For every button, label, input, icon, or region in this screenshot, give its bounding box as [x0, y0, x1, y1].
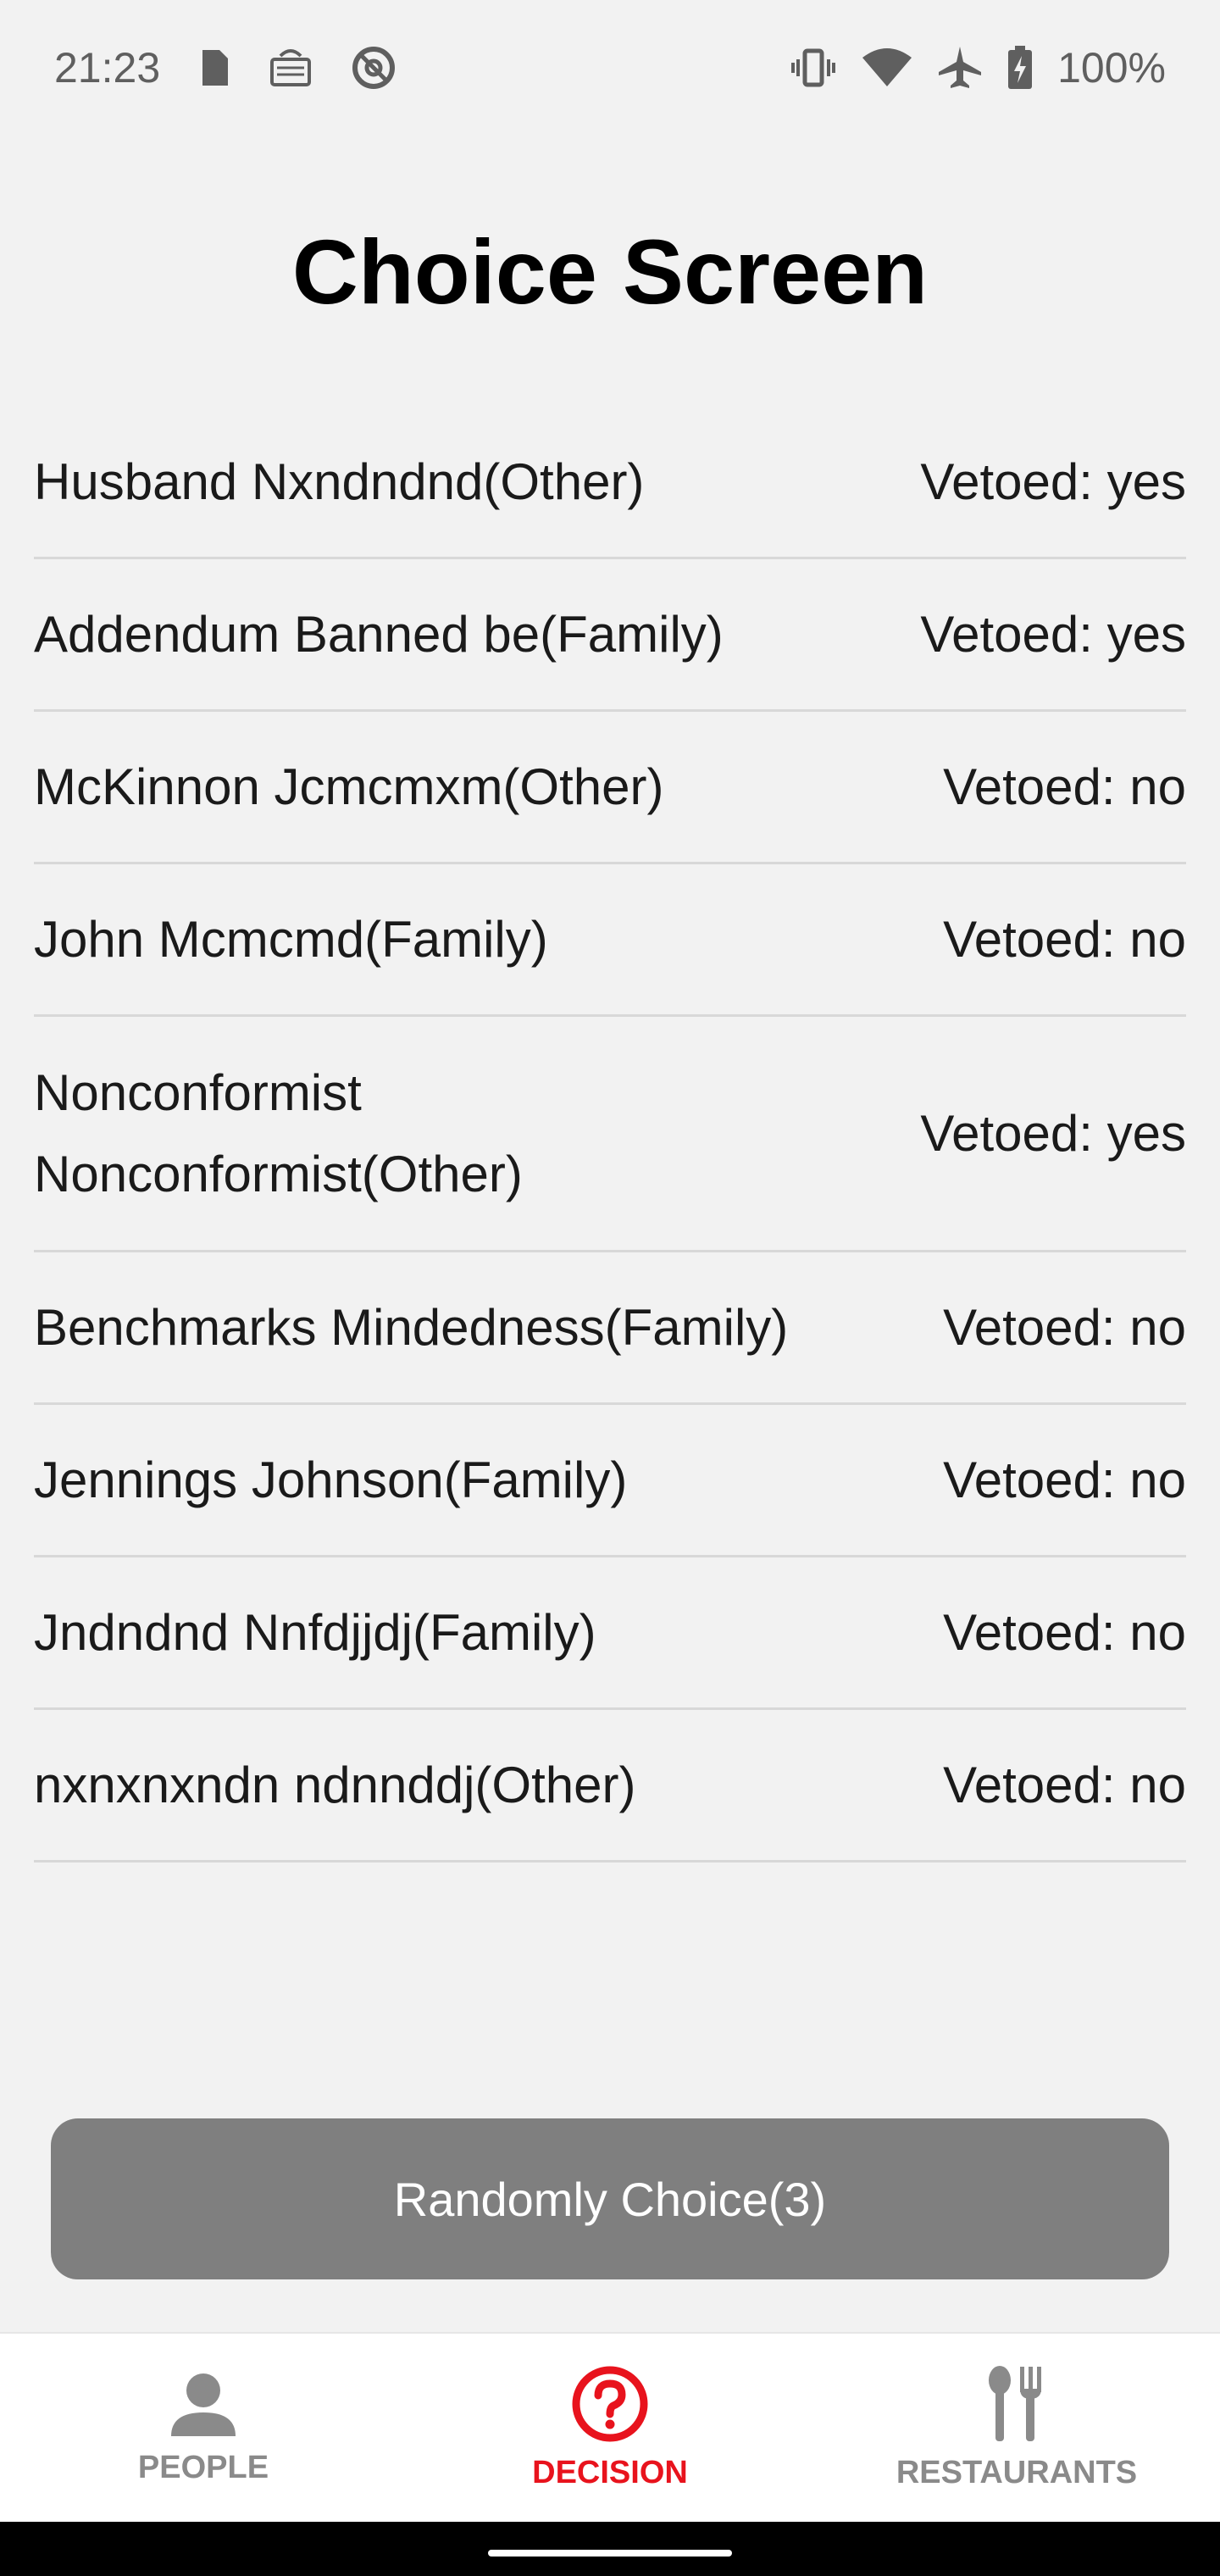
person-name: Jennings Johnson(Family): [34, 1451, 628, 1508]
status-bar: 21:23 100%: [0, 0, 1220, 136]
vibrate-icon: [790, 47, 837, 88]
list-item[interactable]: McKinnon Jcmcmxm(Other) Vetoed: no: [34, 712, 1186, 864]
fork-spoon-icon: [989, 2365, 1041, 2441]
battery-charging-icon: [1006, 46, 1034, 90]
person-name: John Mcmcmd(Family): [34, 910, 548, 968]
list-item[interactable]: Addendum Banned be(Family) Vetoed: yes: [34, 559, 1186, 712]
veto-status: Vetoed: no: [943, 1604, 1186, 1661]
list-item[interactable]: Husband Nxndndnd(Other) Vetoed: yes: [34, 407, 1186, 559]
battery-percentage: 100%: [1057, 44, 1166, 92]
person-name: McKinnon Jcmcmxm(Other): [34, 758, 664, 815]
list-item[interactable]: Benchmarks Mindedness(Family) Vetoed: no: [34, 1252, 1186, 1405]
home-indicator[interactable]: [488, 2550, 732, 2557]
sim-card-icon: [197, 47, 231, 89]
choice-screen: 21:23 100% Choice Screen Husband Nxndndn…: [0, 0, 1220, 2576]
nav-item-restaurants[interactable]: RESTAURANTS: [813, 2334, 1220, 2522]
veto-status: Vetoed: yes: [920, 453, 1186, 510]
veto-status: Vetoed: yes: [920, 606, 1186, 663]
person-name: Husband Nxndndnd(Other): [34, 452, 645, 510]
veto-status: Vetoed: no: [943, 911, 1186, 968]
status-time: 21:23: [54, 44, 161, 92]
wifi-icon: [861, 47, 913, 88]
nav-label-decision: DECISION: [532, 2454, 688, 2490]
nav-label-restaurants: RESTAURANTS: [896, 2454, 1138, 2490]
person-name: Benchmarks Mindedness(Family): [34, 1298, 789, 1356]
question-circle-icon: [572, 2366, 648, 2441]
list-item[interactable]: nxnxnxndn ndnnddj(Other) Vetoed: no: [34, 1710, 1186, 1863]
list-item[interactable]: Nonconformist Nonconformist(Other) Vetoe…: [34, 1017, 1186, 1252]
people-list: Husband Nxndndnd(Other) Vetoed: yes Adde…: [34, 407, 1186, 1863]
person-name: Jndndnd Nnfdjjdj(Family): [34, 1603, 596, 1661]
person-name: nxnxnxndn ndnnddj(Other): [34, 1756, 636, 1813]
status-bar-right: 100%: [790, 43, 1166, 92]
veto-status: Vetoed: no: [943, 1299, 1186, 1356]
nav-item-decision[interactable]: DECISION: [407, 2334, 813, 2522]
list-item[interactable]: John Mcmcmd(Family) Vetoed: no: [34, 864, 1186, 1017]
airplane-mode-icon: [937, 45, 983, 91]
page-title: Choice Screen: [291, 220, 929, 323]
do-not-disturb-icon: [350, 44, 397, 92]
person-icon: [171, 2373, 236, 2436]
veto-status: Vetoed: no: [943, 1452, 1186, 1508]
veto-status: Vetoed: no: [943, 1757, 1186, 1813]
list-item[interactable]: Jndndnd Nnfdjjdj(Family) Vetoed: no: [34, 1557, 1186, 1710]
bottom-navigation: PEOPLE DECISION RESTAURANTS: [0, 2332, 1220, 2522]
veto-status: Vetoed: yes: [920, 1105, 1186, 1162]
nav-item-people[interactable]: PEOPLE: [0, 2334, 407, 2522]
cast-icon: [269, 47, 313, 88]
list-item[interactable]: Jennings Johnson(Family) Vetoed: no: [34, 1405, 1186, 1557]
veto-status: Vetoed: no: [943, 758, 1186, 815]
gesture-bar: [0, 2522, 1220, 2576]
random-choice-button[interactable]: Randomly Choice(3): [51, 2118, 1169, 2279]
person-name: Addendum Banned be(Family): [34, 605, 724, 663]
status-bar-left: 21:23: [54, 43, 397, 92]
person-name: Nonconformist Nonconformist(Other): [34, 1063, 523, 1202]
nav-label-people: PEOPLE: [137, 2449, 269, 2485]
